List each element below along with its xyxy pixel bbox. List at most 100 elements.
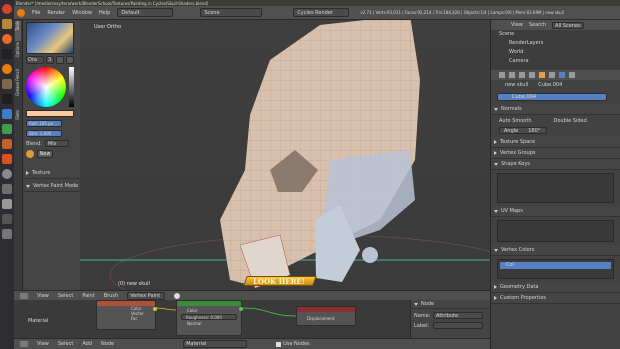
- outliner-item-renderlayers[interactable]: RenderLayers: [491, 39, 620, 48]
- menu-paint[interactable]: Paint: [82, 293, 94, 299]
- blend-selector[interactable]: Mix: [44, 140, 69, 147]
- blender-logo-icon[interactable]: [17, 8, 25, 17]
- menu-file[interactable]: File: [32, 10, 40, 16]
- scene-selector[interactable]: Scene: [200, 8, 263, 17]
- strength-field[interactable]: Stre: 1.000: [26, 130, 62, 137]
- layout-selector[interactable]: Default: [117, 8, 174, 17]
- info-header: File Render Window Help Default Scene Cy…: [14, 6, 620, 20]
- tab-grease-pencil[interactable]: Grease Pencil: [15, 69, 21, 109]
- menu-render[interactable]: Render: [47, 10, 65, 16]
- viewport-3d[interactable]: User Ortho (0) new skull LOOK HERE!: [80, 20, 490, 290]
- normals-panel-header[interactable]: Normals: [491, 104, 620, 115]
- menu-brush[interactable]: Brush: [104, 293, 118, 299]
- blender-icon[interactable]: [2, 64, 12, 74]
- vertex-groups-header[interactable]: Vertex Groups: [491, 148, 620, 159]
- viewport-header: View Select Paint Brush Vertex Paint: [14, 290, 490, 300]
- terminal-icon[interactable]: [2, 49, 12, 59]
- disk-icon[interactable]: [2, 184, 12, 194]
- node-menu-select[interactable]: Select: [58, 341, 73, 347]
- use-nodes-toggle[interactable]: Use Nodes: [276, 341, 310, 347]
- spreadsheet-icon[interactable]: [2, 124, 12, 134]
- mode-selector[interactable]: Vertex Paint: [127, 291, 166, 300]
- mode-panel-header[interactable]: Vertex Paint Mode: [23, 181, 80, 192]
- mesh-name-field[interactable]: Cube.004: [497, 93, 607, 101]
- color-swatch[interactable]: [26, 110, 74, 117]
- tab-slots[interactable]: Slots: [15, 110, 21, 128]
- vertex-color-item[interactable]: Col: [500, 262, 611, 269]
- brush-icon[interactable]: [26, 150, 34, 158]
- outliner-tab-search[interactable]: Search: [529, 22, 546, 28]
- files-icon[interactable]: [2, 19, 12, 29]
- menu-view[interactable]: View: [37, 293, 49, 299]
- usb-icon[interactable]: [2, 199, 12, 209]
- geometry-data-header[interactable]: Geometry Data: [491, 282, 620, 293]
- shape-keys-list[interactable]: [497, 173, 614, 203]
- document-icon[interactable]: [2, 109, 12, 119]
- texture-space-header[interactable]: Texture Space: [491, 137, 620, 148]
- node-editor-type-icon[interactable]: [20, 341, 28, 347]
- value-slider[interactable]: [69, 67, 74, 107]
- outliner-scope-selector[interactable]: All Scenes: [552, 21, 584, 29]
- trash-icon[interactable]: [2, 229, 12, 239]
- outliner-item-scene[interactable]: Scene: [491, 30, 620, 39]
- node-name-field[interactable]: Attribute: [433, 312, 483, 319]
- modifier-tab-icon[interactable]: [549, 72, 555, 78]
- tab-options[interactable]: Options: [15, 42, 21, 68]
- inkscape-icon[interactable]: [2, 94, 12, 104]
- vertex-colors-header[interactable]: Vertex Colors: [491, 245, 620, 256]
- presentation-icon[interactable]: [2, 139, 12, 149]
- auto-smooth-checkbox[interactable]: Auto Smooth: [499, 118, 532, 124]
- uv-maps-header[interactable]: UV Maps: [491, 206, 620, 217]
- material-tab-icon[interactable]: [569, 72, 575, 78]
- unlink-brush-button[interactable]: [66, 56, 74, 64]
- object-tab-icon[interactable]: [539, 72, 545, 78]
- node-menu-node[interactable]: Node: [101, 341, 114, 347]
- settings-icon[interactable]: [2, 169, 12, 179]
- outliner-item-camera[interactable]: Camera: [491, 57, 620, 66]
- node-editor[interactable]: Material Color Vector Fac Color Roughnes…: [14, 300, 410, 338]
- blend-label: Blend:: [26, 140, 42, 147]
- new-button[interactable]: New: [37, 150, 53, 158]
- workspace-icon[interactable]: [2, 214, 12, 224]
- menu-select[interactable]: Select: [58, 293, 73, 299]
- gimp-icon[interactable]: [2, 79, 12, 89]
- render-tab-icon[interactable]: [499, 72, 505, 78]
- collapse-arrow-icon: [494, 296, 497, 300]
- brush-name-field[interactable]: Dra: [26, 56, 44, 64]
- new-brush-button[interactable]: [56, 56, 64, 64]
- firefox-icon[interactable]: [2, 34, 12, 44]
- node-menu-add[interactable]: Add: [82, 341, 92, 347]
- outliner-tab-view[interactable]: View: [511, 22, 523, 28]
- brush-users-field[interactable]: 3: [46, 56, 54, 64]
- render-engine-selector[interactable]: Cycles Render: [293, 8, 350, 17]
- outliner-item-world[interactable]: World: [491, 48, 620, 57]
- node-header: View Select Add Node Material Use Nodes: [14, 338, 490, 349]
- tab-tools[interactable]: Tools: [15, 21, 21, 41]
- object-label: (0) new skull: [118, 281, 150, 287]
- brush-preview[interactable]: [26, 22, 74, 54]
- color-wheel[interactable]: [26, 67, 66, 107]
- world-tab-icon[interactable]: [529, 72, 535, 78]
- mesh-data-tab-icon[interactable]: [559, 72, 565, 78]
- radius-field[interactable]: Rad: 105 px: [26, 120, 62, 127]
- double-sided-checkbox[interactable]: Double Sided: [554, 118, 587, 124]
- node-panel-header[interactable]: Node: [411, 300, 490, 309]
- shading-icon[interactable]: [174, 292, 181, 299]
- node-material-selector[interactable]: Material: [183, 340, 248, 348]
- scene-tab-icon[interactable]: [519, 72, 525, 78]
- collapse-arrow-icon: [26, 171, 29, 175]
- layers-tab-icon[interactable]: [509, 72, 515, 78]
- custom-properties-header[interactable]: Custom Properties: [491, 293, 620, 304]
- texture-panel-header[interactable]: Texture: [23, 168, 80, 179]
- angle-field[interactable]: Angle 180°: [499, 127, 547, 134]
- editor-type-icon[interactable]: [20, 292, 28, 299]
- uv-maps-list[interactable]: [497, 220, 614, 242]
- node-menu-view[interactable]: View: [37, 341, 49, 347]
- node-label-field[interactable]: [433, 322, 483, 329]
- shape-keys-header[interactable]: Shape Keys: [491, 159, 620, 170]
- menu-help[interactable]: Help: [99, 10, 110, 16]
- vertex-colors-list[interactable]: Col: [497, 259, 614, 279]
- menu-window[interactable]: Window: [72, 10, 92, 16]
- software-center-icon[interactable]: [2, 154, 12, 164]
- ubuntu-dash-icon[interactable]: [2, 4, 12, 14]
